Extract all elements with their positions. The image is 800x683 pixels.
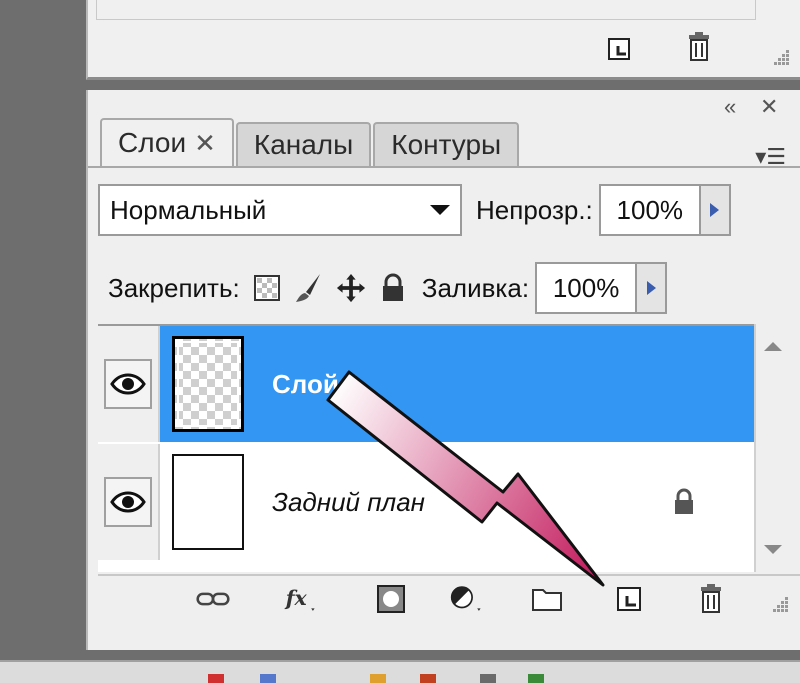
lock-all-icon[interactable] [378, 272, 408, 304]
new-layer-icon[interactable] [604, 34, 634, 64]
scroll-down-icon[interactable] [764, 545, 782, 554]
layer-row[interactable]: Задний план [98, 444, 754, 560]
lock-label: Закрепить: [108, 272, 240, 303]
close-panel-icon[interactable]: ✕ [760, 94, 778, 120]
app-icon[interactable] [528, 674, 544, 683]
layer-row[interactable]: Слой 1 [98, 326, 754, 442]
trash-icon[interactable] [684, 30, 714, 64]
lock-row: Закрепить: Заливка: 100% [98, 262, 784, 314]
chevron-right-icon [646, 281, 656, 295]
tab-label: Контуры [391, 129, 502, 160]
layers-panel: « ✕ Слои ✕ Каналы Контуры ▾☰ Нормальный … [86, 90, 800, 650]
link-icon[interactable] [196, 582, 230, 616]
layer-name: Слой 1 [272, 368, 361, 399]
app-icon[interactable] [420, 674, 436, 683]
layer-name: Задний план [272, 486, 425, 517]
tab-layers[interactable]: Слои ✕ [100, 118, 234, 166]
new-layer-icon[interactable] [612, 582, 646, 616]
folder-icon[interactable] [530, 582, 564, 616]
collapse-icon[interactable]: « [724, 94, 736, 120]
app-icon[interactable] [208, 674, 224, 683]
layer-thumbnail [172, 336, 244, 432]
upper-panel-list-edge [96, 0, 756, 20]
taskbar [0, 660, 800, 683]
blend-mode-value: Нормальный [110, 194, 267, 225]
lock-transparency-icon[interactable] [252, 272, 282, 304]
blend-mode-select[interactable]: Нормальный [98, 184, 462, 236]
layers-bottom-toolbar: fx [98, 574, 800, 618]
lock-icon [670, 486, 698, 518]
layer-thumbnail [172, 454, 244, 550]
close-tab-icon[interactable]: ✕ [194, 128, 216, 159]
chevron-right-icon [710, 203, 720, 217]
lock-options [252, 272, 408, 304]
chevron-down-icon [430, 205, 450, 215]
tab-label: Каналы [253, 129, 354, 160]
eye-icon [104, 359, 152, 409]
resize-grip-icon[interactable] [768, 44, 792, 68]
app-icon[interactable] [260, 674, 276, 683]
resize-grip-icon[interactable] [762, 586, 796, 620]
panel-tabs: Слои ✕ Каналы Контуры [100, 116, 521, 166]
layers-list: Слой 1 Задний план [98, 324, 754, 572]
blend-row: Нормальный Непрозр.: 100% [98, 184, 784, 236]
lock-pixels-brush-icon[interactable] [294, 272, 324, 304]
opacity-input[interactable]: 100% [598, 184, 701, 236]
app-icon[interactable] [480, 674, 496, 683]
eye-icon [104, 477, 152, 527]
fill-input[interactable]: 100% [535, 262, 638, 314]
layers-scrollbar[interactable] [754, 324, 788, 572]
panel-menu-icon[interactable]: ▾☰ [755, 144, 786, 170]
tab-channels[interactable]: Каналы [235, 122, 372, 166]
opacity-slider-button[interactable] [700, 184, 731, 236]
adjustment-icon[interactable] [450, 582, 484, 616]
trash-icon[interactable] [694, 582, 728, 616]
lock-position-move-icon[interactable] [336, 272, 366, 304]
visibility-toggle[interactable] [98, 326, 160, 442]
tab-divider [88, 166, 800, 168]
fill-label: Заливка: [421, 272, 530, 303]
fill-slider-button[interactable] [637, 262, 668, 314]
visibility-toggle[interactable] [98, 444, 160, 560]
fx-icon[interactable]: fx [284, 582, 318, 616]
tab-label: Слои [118, 127, 187, 158]
scroll-up-icon[interactable] [764, 342, 782, 351]
tab-paths[interactable]: Контуры [373, 122, 520, 166]
mask-icon[interactable] [374, 582, 408, 616]
upper-panel [86, 0, 800, 80]
app-icon[interactable] [370, 674, 386, 683]
svg-text:fx: fx [284, 586, 307, 610]
opacity-label: Непрозр.: [476, 194, 593, 225]
